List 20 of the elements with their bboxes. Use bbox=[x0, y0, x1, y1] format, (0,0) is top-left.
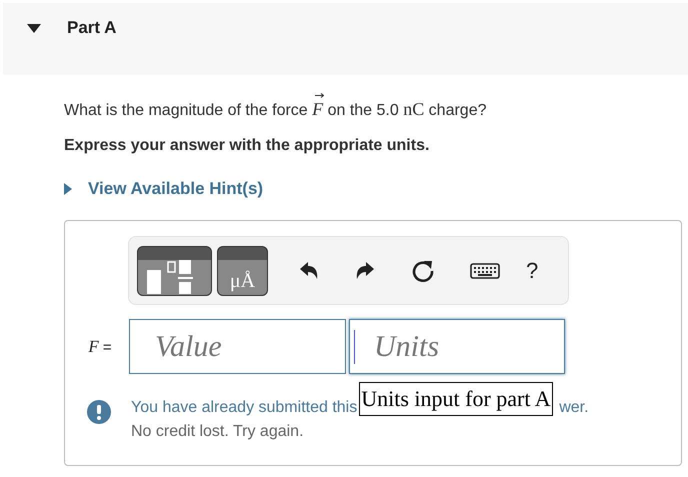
units-button[interactable]: μÅ bbox=[217, 246, 268, 296]
part-header[interactable]: Part A bbox=[3, 3, 688, 75]
tooltip: Units input for part A bbox=[359, 382, 553, 416]
feedback-text: No credit lost. Try again. bbox=[131, 422, 305, 442]
redo-icon[interactable] bbox=[354, 260, 376, 282]
hint-link[interactable]: View Available Hint(s) bbox=[88, 179, 264, 199]
variable-label: F = bbox=[87, 336, 113, 356]
help-button[interactable]: ? bbox=[526, 258, 538, 284]
units-field[interactable]: Units bbox=[349, 319, 565, 374]
template-button[interactable] bbox=[137, 246, 212, 296]
question-text: What is the magnitude of the force F on the 5.0 nC charge? bbox=[64, 97, 688, 123]
value-field[interactable]: Value bbox=[129, 319, 346, 374]
feedback-text: wer. bbox=[559, 398, 589, 418]
part-title: Part A bbox=[67, 18, 116, 38]
undo-icon[interactable] bbox=[298, 260, 320, 282]
keyboard-icon[interactable] bbox=[470, 262, 500, 278]
vector-arrow-icon bbox=[315, 93, 324, 98]
instruction-text: Express your answer with the appropriate units. bbox=[64, 137, 430, 155]
feedback-text: You have already submitted this bbox=[131, 398, 358, 418]
warning-icon bbox=[87, 400, 111, 424]
